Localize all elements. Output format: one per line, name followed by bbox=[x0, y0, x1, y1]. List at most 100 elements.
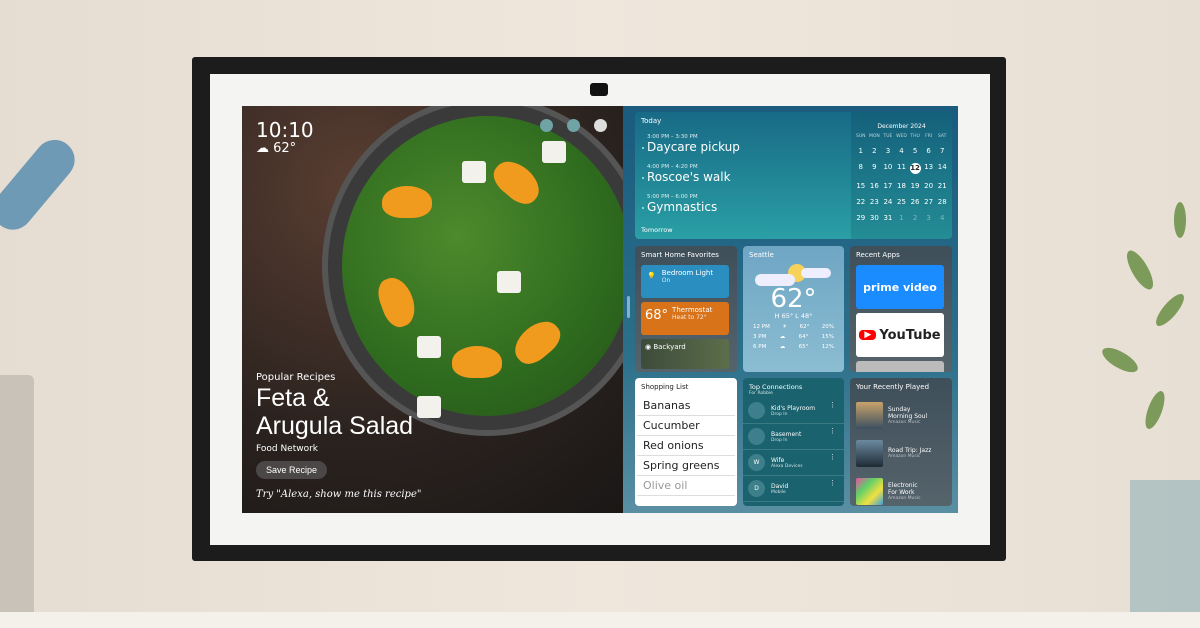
forecast-time: 12 PM bbox=[753, 324, 770, 330]
device-state: On bbox=[661, 277, 671, 284]
connection-name: David bbox=[771, 482, 789, 490]
more-options-icon[interactable]: ⋮ bbox=[829, 479, 836, 487]
kitchen-utensil bbox=[0, 131, 83, 238]
played-item[interactable]: Electronic For Work Amazon Music bbox=[850, 472, 952, 506]
cloud-icon: ☁ bbox=[779, 344, 786, 350]
calendar-day[interactable]: 14 bbox=[935, 163, 949, 174]
calendar-day[interactable]: 28 bbox=[935, 198, 949, 206]
event[interactable]: 4:00 PM – 4:20 PM Roscoe's walk bbox=[642, 164, 731, 184]
calendar-day[interactable]: 27 bbox=[922, 198, 936, 206]
calendar-widget[interactable]: Today 3:00 PM – 3:30 PM Daycare pickup 4:… bbox=[635, 112, 952, 239]
camera-icon: ◉ bbox=[645, 343, 652, 351]
profile-icon[interactable] bbox=[567, 119, 580, 132]
more-options-icon[interactable]: ⋮ bbox=[829, 401, 836, 409]
calendar-day[interactable]: 6 bbox=[922, 147, 936, 155]
tomorrow-label: Tomorrow bbox=[641, 226, 673, 234]
utensil-holder bbox=[0, 375, 34, 615]
calendar-day[interactable]: 4 bbox=[935, 214, 949, 222]
calendar-day[interactable]: 29 bbox=[854, 214, 868, 222]
shopping-list-widget[interactable]: Shopping List Bananas Cucumber Red onions S… bbox=[635, 378, 737, 506]
thermostat-tile[interactable]: 68° Thermostat Heat to 72° bbox=[641, 302, 729, 335]
more-options-icon[interactable]: ⋮ bbox=[829, 427, 836, 435]
shopping-item[interactable]: Red onions bbox=[637, 436, 735, 456]
forecast-precip: 20% bbox=[821, 324, 834, 330]
backyard-camera-tile[interactable]: ◉ Backyard bbox=[641, 339, 729, 369]
calendar-day[interactable]: 13 bbox=[922, 163, 936, 174]
calendar-day[interactable]: 30 bbox=[868, 214, 882, 222]
calendar-day[interactable]: 16 bbox=[868, 182, 882, 190]
calendar-day[interactable]: 3 bbox=[922, 214, 936, 222]
bedroom-light-tile[interactable]: 💡 Bedroom Light On bbox=[641, 265, 729, 298]
calendar-day[interactable]: 1 bbox=[854, 147, 868, 155]
alexa-icon[interactable] bbox=[594, 119, 607, 132]
event[interactable]: 5:00 PM – 6:00 PM Gymnastics bbox=[641, 194, 717, 214]
connection-item[interactable]: W Wife Alexa Devices ⋮ bbox=[743, 450, 844, 476]
youtube-app[interactable]: ▶ YouTube bbox=[856, 313, 944, 357]
app-tile-partial[interactable] bbox=[856, 361, 944, 372]
city: Seattle bbox=[749, 251, 774, 259]
calendar-day[interactable]: 9 bbox=[868, 163, 882, 174]
calendar-day[interactable]: 1 bbox=[895, 214, 909, 222]
calendar-day[interactable]: 24 bbox=[881, 198, 895, 206]
calendar-day[interactable]: 10 bbox=[881, 163, 895, 174]
feta bbox=[497, 271, 521, 293]
clock: 10:10 bbox=[256, 118, 314, 142]
connection-item[interactable]: D David Mobile ⋮ bbox=[743, 476, 844, 502]
recently-played-widget: Your Recently Played Sunday Morning Soul A… bbox=[850, 378, 952, 506]
calendar-day[interactable]: 11 bbox=[895, 163, 909, 174]
calendar-day[interactable]: 26 bbox=[908, 198, 922, 206]
calendar-day[interactable]: 22 bbox=[854, 198, 868, 206]
calendar-day[interactable]: 18 bbox=[895, 182, 909, 190]
calendar-day[interactable]: 31 bbox=[881, 214, 895, 222]
calendar-day[interactable]: 15 bbox=[854, 182, 868, 190]
connection-item[interactable]: Basement Drop In ⋮ bbox=[743, 424, 844, 450]
weekday-header: THU bbox=[910, 134, 920, 139]
forecast-precip: 15% bbox=[821, 334, 834, 340]
connection-item[interactable]: Kid's Playroom Drop In ⋮ bbox=[743, 398, 844, 424]
youtube-play-icon: ▶ bbox=[859, 330, 877, 340]
forecast-temp: 62° bbox=[799, 324, 810, 330]
low-temp: L 48° bbox=[795, 312, 813, 320]
prime-video-app[interactable]: prime video bbox=[856, 265, 944, 309]
connection-name: Wife bbox=[771, 456, 785, 464]
widget-title: Your Recently Played bbox=[856, 383, 930, 391]
shopping-item[interactable]: Cucumber bbox=[637, 416, 735, 436]
tv-device-icon bbox=[748, 402, 765, 419]
save-recipe-button[interactable]: Save Recipe bbox=[256, 461, 328, 479]
shopping-item[interactable]: Bananas bbox=[637, 396, 735, 416]
event[interactable]: 3:00 PM – 3:30 PM Daycare pickup bbox=[642, 134, 740, 154]
more-options-icon[interactable]: ⋮ bbox=[829, 453, 836, 461]
device-state: Heat to 72° bbox=[672, 314, 707, 321]
event-name: Daycare pickup bbox=[647, 140, 740, 154]
calendar-day[interactable]: 20 bbox=[922, 182, 936, 190]
calendar-day[interactable]: 2 bbox=[868, 147, 882, 155]
recipe-card[interactable]: 10:10 ☁ 62° Popular Recipes Feta & Arugul… bbox=[242, 106, 623, 513]
calendar-day[interactable]: 8 bbox=[854, 163, 868, 174]
calendar-day[interactable]: 17 bbox=[881, 182, 895, 190]
calendar-day[interactable]: 23 bbox=[868, 198, 882, 206]
calendar-day[interactable]: 5 bbox=[908, 147, 922, 155]
cloud-icon: ☁ bbox=[256, 141, 269, 156]
calendar-day[interactable]: 21 bbox=[935, 182, 949, 190]
weekday-header: WED bbox=[896, 134, 907, 139]
forecast-row: 6 PM ☁ 65° 12% bbox=[743, 344, 844, 350]
calendar-day[interactable]: 7 bbox=[935, 147, 949, 155]
calendar-day[interactable]: 25 bbox=[895, 198, 909, 206]
calendar-day[interactable]: 2 bbox=[908, 214, 922, 222]
played-item[interactable]: Sunday Morning Soul Amazon Music bbox=[850, 396, 952, 434]
widget-title: Top Connections bbox=[749, 383, 803, 391]
top-connections-widget: Top Connections For Robbie Kid's Playroom… bbox=[743, 378, 844, 506]
album-art bbox=[856, 477, 883, 505]
calendar-day[interactable]: 19 bbox=[908, 182, 922, 190]
calendar-day[interactable]: 4 bbox=[895, 147, 909, 155]
notification-bell-icon[interactable] bbox=[540, 119, 553, 132]
panel-drag-handle[interactable] bbox=[627, 296, 630, 318]
feta bbox=[542, 141, 566, 163]
weather-widget[interactable]: Seattle 62° H 65° L 48° 12 PM ☀ 62° 20% 3 PM… bbox=[743, 246, 844, 372]
played-item[interactable]: Road Trip: Jazz Amazon Music bbox=[850, 434, 952, 472]
calendar-day[interactable]: 3 bbox=[881, 147, 895, 155]
shopping-item[interactable]: Olive oil bbox=[637, 476, 735, 496]
recipe-category: Popular Recipes bbox=[256, 372, 336, 383]
calendar-day-today[interactable]: 12 bbox=[909, 163, 921, 174]
shopping-item[interactable]: Spring greens bbox=[637, 456, 735, 476]
